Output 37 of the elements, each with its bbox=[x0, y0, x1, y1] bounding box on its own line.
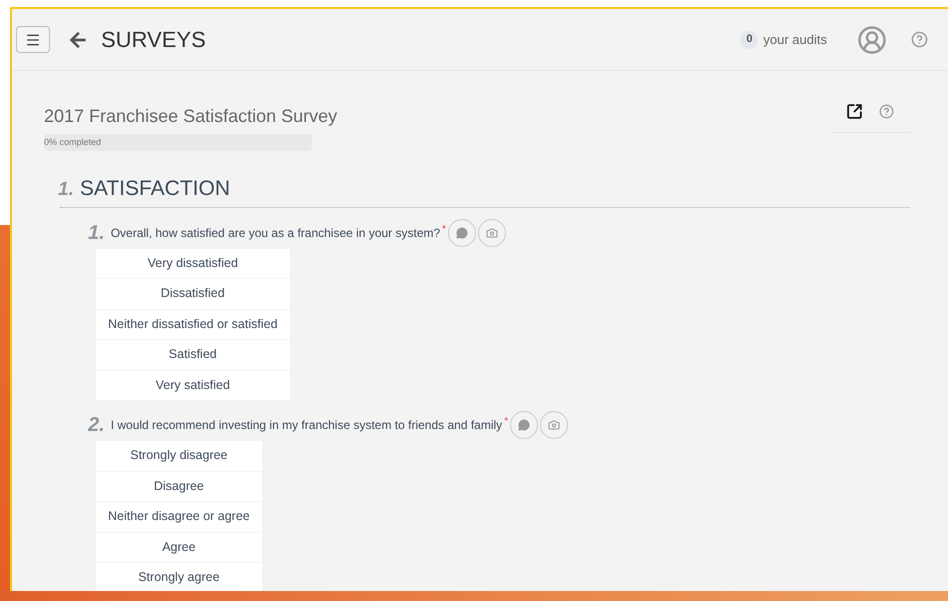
survey-title: 2017 Franchisee Satisfaction Survey bbox=[44, 105, 338, 128]
answer-option[interactable]: Very dissatisfied bbox=[96, 248, 290, 278]
open-external-icon[interactable] bbox=[846, 103, 863, 120]
question-number: 2. bbox=[88, 413, 105, 438]
required-mark: * bbox=[442, 222, 446, 236]
camera-icon bbox=[486, 226, 498, 238]
audits-link[interactable]: your audits bbox=[763, 30, 827, 50]
answer-option[interactable]: Neither dissatisfied or satisfied bbox=[96, 310, 290, 339]
camera-button[interactable] bbox=[478, 218, 506, 246]
user-avatar-icon[interactable] bbox=[857, 24, 887, 54]
comment-button[interactable] bbox=[510, 411, 538, 439]
answer-option[interactable]: Strongly agree bbox=[96, 563, 262, 592]
answer-option[interactable]: Satisfied bbox=[96, 340, 290, 370]
camera-button[interactable] bbox=[540, 411, 568, 439]
comment-icon bbox=[456, 226, 468, 238]
page-title: SURVEYS bbox=[101, 26, 206, 54]
answer-option[interactable]: Very satisfied bbox=[96, 370, 290, 400]
required-mark: * bbox=[504, 415, 508, 429]
menu-button[interactable] bbox=[16, 26, 50, 53]
comment-button[interactable] bbox=[448, 218, 476, 246]
section-number: 1. bbox=[58, 178, 74, 202]
answer-option[interactable]: Neither disagree or agree bbox=[96, 502, 262, 532]
help-icon[interactable] bbox=[879, 104, 894, 119]
menu-icon bbox=[25, 32, 41, 48]
question-text: Overall, how satisfied are you as a franchisee in your system? bbox=[110, 224, 440, 242]
answer-option[interactable]: Dissatisfied bbox=[96, 279, 290, 308]
question-number: 1. bbox=[88, 220, 105, 246]
answer-option[interactable]: Disagree bbox=[96, 472, 262, 501]
answer-option[interactable]: Strongly disagree bbox=[96, 441, 262, 470]
question-text: I would recommend investing in my franchise system to friends and family bbox=[110, 417, 502, 434]
comment-icon bbox=[518, 419, 530, 431]
answer-option[interactable]: Agree bbox=[96, 532, 262, 562]
help-icon[interactable] bbox=[911, 31, 928, 48]
camera-icon bbox=[548, 419, 560, 431]
section-title: SATISFACTION bbox=[80, 176, 230, 202]
audits-count-badge: 0 bbox=[740, 30, 758, 48]
progress-label: 0% completed bbox=[44, 136, 102, 149]
